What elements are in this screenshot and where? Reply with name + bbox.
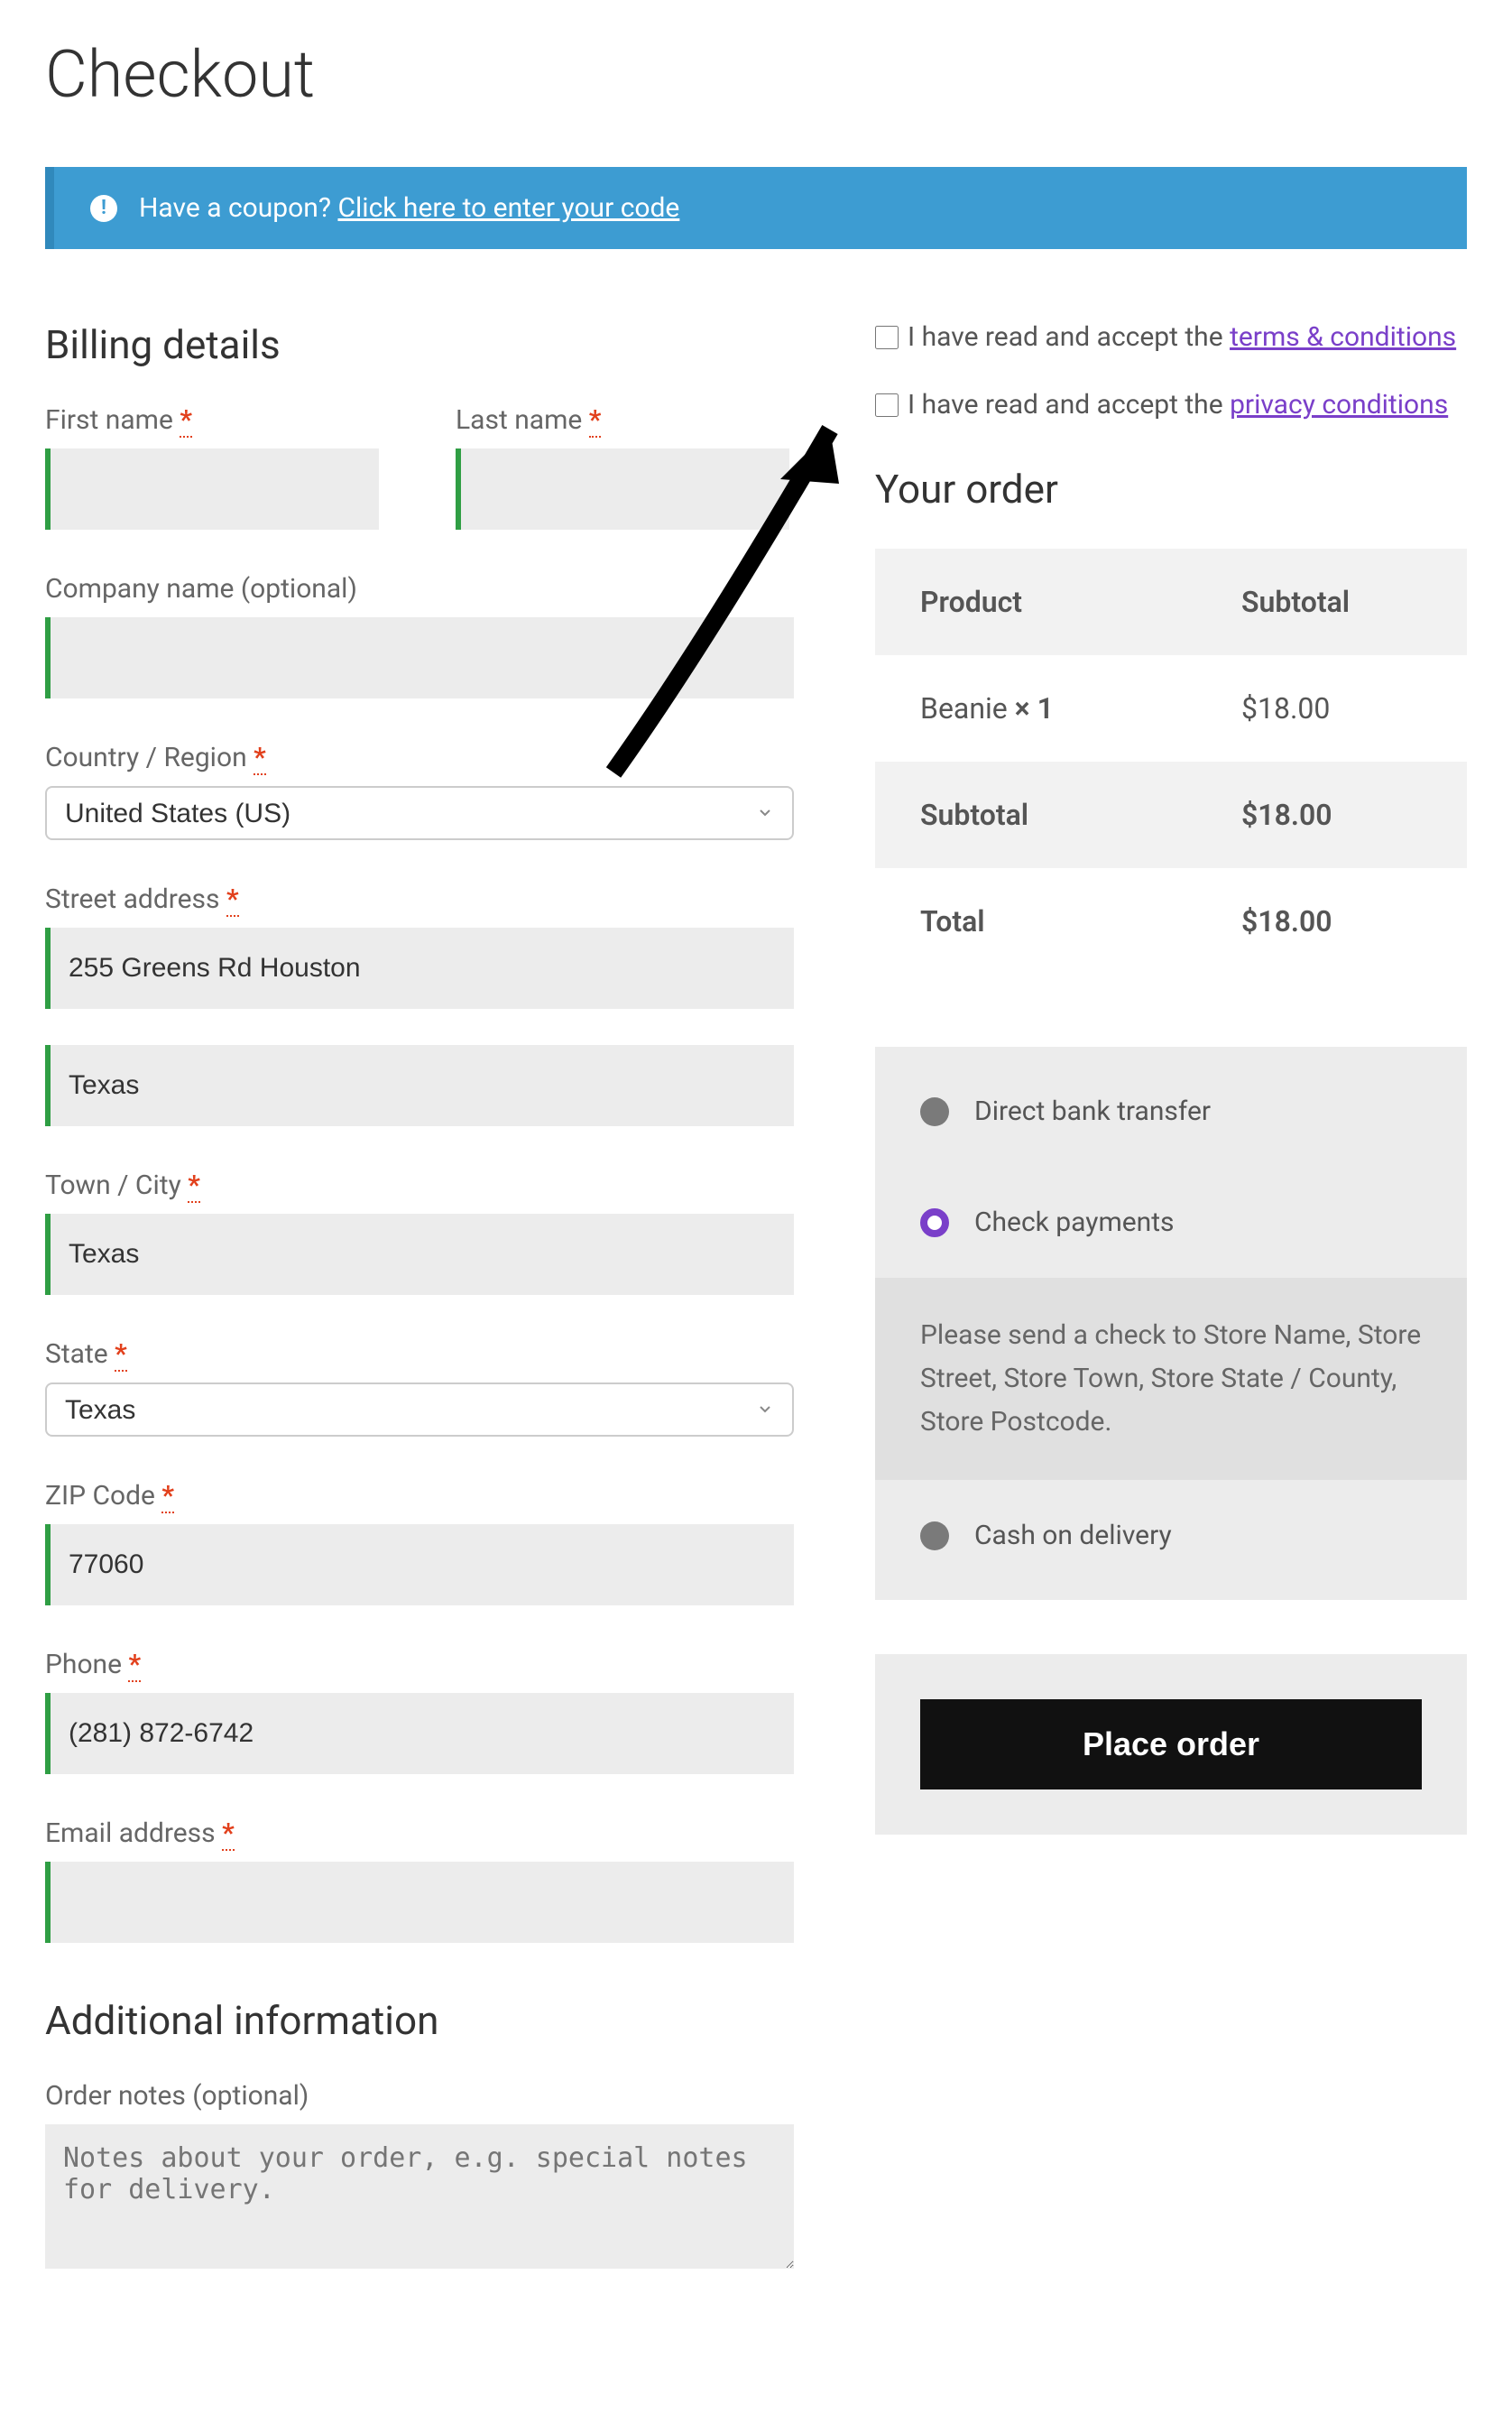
radio-unselected-icon	[920, 1521, 949, 1550]
company-label: Company name (optional)	[45, 573, 794, 605]
order-header-product: Product	[920, 585, 1241, 619]
notes-textarea[interactable]	[45, 2124, 794, 2269]
terms-text: I have read and accept the	[908, 321, 1230, 353]
terms-link[interactable]: terms & conditions	[1230, 321, 1456, 353]
email-input[interactable]	[45, 1862, 794, 1943]
order-total-label: Total	[920, 904, 1241, 939]
order-header-subtotal: Subtotal	[1241, 585, 1422, 619]
payment-methods: Direct bank transfer Check payments Plea…	[875, 1047, 1467, 1600]
street1-input[interactable]	[45, 928, 794, 1009]
terms-checkbox[interactable]	[875, 326, 899, 349]
coupon-link[interactable]: Click here to enter your code	[337, 192, 679, 224]
first-name-label: First name *	[45, 404, 383, 436]
info-icon: !	[90, 195, 117, 222]
payment-cash[interactable]: Cash on delivery	[875, 1480, 1467, 1591]
billing-heading: Billing details	[45, 321, 794, 368]
privacy-checkbox[interactable]	[875, 393, 899, 417]
zip-input[interactable]	[45, 1524, 794, 1605]
company-input[interactable]	[45, 617, 794, 698]
radio-unselected-icon	[920, 1097, 949, 1126]
order-subtotal-label: Subtotal	[920, 798, 1241, 832]
phone-input[interactable]	[45, 1693, 794, 1774]
privacy-text: I have read and accept the	[908, 389, 1230, 421]
order-total-value: $18.00	[1241, 904, 1422, 939]
first-name-input[interactable]	[45, 448, 379, 530]
additional-heading: Additional information	[45, 1997, 794, 2044]
order-table: Product Subtotal Beanie × 1 $18.00 Subto…	[875, 549, 1467, 975]
coupon-banner: ! Have a coupon? Click here to enter you…	[45, 167, 1467, 249]
payment-bank-transfer[interactable]: Direct bank transfer	[875, 1056, 1467, 1167]
privacy-link[interactable]: privacy conditions	[1230, 389, 1448, 421]
payment-check[interactable]: Check payments	[875, 1167, 1467, 1278]
page-title: Checkout	[45, 36, 1467, 113]
last-name-label: Last name *	[456, 404, 794, 436]
last-name-input[interactable]	[456, 448, 789, 530]
place-order-button[interactable]: Place order	[920, 1699, 1422, 1789]
notes-label: Order notes (optional)	[45, 2080, 794, 2112]
order-item-price: $18.00	[1241, 691, 1422, 726]
state-label: State *	[45, 1338, 794, 1370]
city-input[interactable]	[45, 1214, 794, 1295]
order-subtotal-value: $18.00	[1241, 798, 1422, 832]
phone-label: Phone *	[45, 1649, 794, 1680]
payment-check-description: Please send a check to Store Name, Store…	[875, 1278, 1467, 1480]
order-item-name: Beanie × 1	[920, 691, 1241, 726]
country-select[interactable]: United States (US)	[45, 786, 794, 840]
state-select[interactable]: Texas	[45, 1382, 794, 1437]
zip-label: ZIP Code *	[45, 1480, 794, 1512]
email-label: Email address *	[45, 1817, 794, 1849]
street2-input[interactable]	[45, 1045, 794, 1126]
radio-selected-icon	[920, 1208, 949, 1237]
coupon-prompt: Have a coupon?	[139, 192, 337, 224]
city-label: Town / City *	[45, 1170, 794, 1201]
order-heading: Your order	[875, 466, 1467, 513]
street-label: Street address *	[45, 883, 794, 915]
country-label: Country / Region *	[45, 742, 794, 773]
